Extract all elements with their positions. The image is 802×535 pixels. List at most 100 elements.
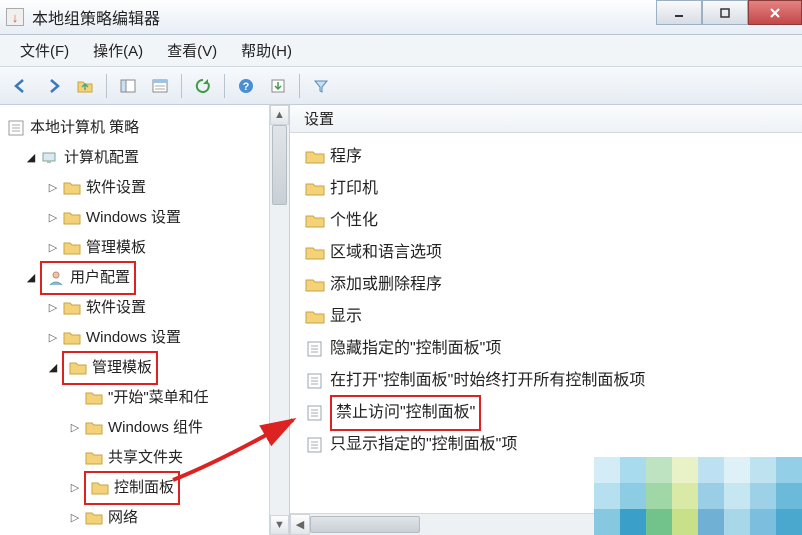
folder-icon xyxy=(84,419,104,437)
forward-button[interactable] xyxy=(38,71,68,101)
minimize-button[interactable] xyxy=(656,0,702,25)
scroll-thumb[interactable] xyxy=(310,516,420,533)
user-icon xyxy=(46,269,66,287)
folder-icon xyxy=(62,209,82,227)
tree-label: 软件设置 xyxy=(86,173,146,203)
folder-icon xyxy=(62,329,82,347)
tree-control-panel[interactable]: ▷ 控制面板 xyxy=(6,473,269,503)
folder-icon xyxy=(62,179,82,197)
policy-icon xyxy=(6,119,26,137)
pixel-censor xyxy=(594,509,802,535)
tree-panel: 本地计算机 策略 ◢ 计算机配置 ▷软件设置 ▷Windows 设置 ▷管理模板… xyxy=(0,105,290,535)
list-item[interactable]: 打印机 xyxy=(304,173,802,205)
tree-item[interactable]: ▷ 软件设置 xyxy=(6,173,269,203)
pixel-censor xyxy=(594,483,802,509)
menubar: 文件(F) 操作(A) 查看(V) 帮助(H) xyxy=(0,35,802,67)
expand-icon[interactable]: ▷ xyxy=(46,203,60,233)
app-icon: ↓ xyxy=(6,8,24,26)
collapse-icon[interactable]: ◢ xyxy=(46,353,60,383)
tree-label: 管理模板 xyxy=(92,353,152,383)
toolbar-separator xyxy=(181,74,182,98)
scroll-left-icon[interactable]: ◀ xyxy=(290,514,310,535)
close-button[interactable] xyxy=(748,0,802,25)
scroll-thumb[interactable] xyxy=(272,125,287,205)
tree-item[interactable]: ▷ Windows 设置 xyxy=(6,323,269,353)
policy-setting-icon xyxy=(304,372,326,390)
tree-label: 软件设置 xyxy=(86,293,146,323)
expand-icon[interactable]: ▷ xyxy=(46,233,60,263)
collapse-icon[interactable]: ◢ xyxy=(24,143,38,173)
menu-file[interactable]: 文件(F) xyxy=(8,36,81,65)
properties-button[interactable] xyxy=(145,71,175,101)
expand-icon[interactable]: ▷ xyxy=(46,173,60,203)
list-item[interactable]: 隐藏指定的"控制面板"项 xyxy=(304,333,802,365)
tree-item[interactable]: "开始"菜单和任 xyxy=(6,383,269,413)
folder-icon xyxy=(68,359,88,377)
list-item[interactable]: 添加或删除程序 xyxy=(304,269,802,301)
list-item[interactable]: 个性化 xyxy=(304,205,802,237)
toolbar-separator xyxy=(224,74,225,98)
tree[interactable]: 本地计算机 策略 ◢ 计算机配置 ▷软件设置 ▷Windows 设置 ▷管理模板… xyxy=(0,105,269,535)
help-button[interactable]: ? xyxy=(231,71,261,101)
folder-icon xyxy=(84,449,104,467)
export-button[interactable] xyxy=(263,71,293,101)
tree-label: "开始"菜单和任 xyxy=(108,383,209,413)
list-item[interactable]: 程序 xyxy=(304,141,802,173)
menu-view[interactable]: 查看(V) xyxy=(155,36,229,65)
list-item[interactable]: 区域和语言选项 xyxy=(304,237,802,269)
expand-icon[interactable]: ▷ xyxy=(46,293,60,323)
settings-list[interactable]: 程序 打印机 个性化 区域和语言选项 添加或删除程序 显示 隐藏指定的"控制面板… xyxy=(290,133,802,513)
item-label: 禁止访问"控制面板" xyxy=(330,395,481,431)
scroll-track[interactable] xyxy=(270,125,289,515)
tree-item[interactable]: ▷ 软件设置 xyxy=(6,293,269,323)
column-header-setting[interactable]: 设置 xyxy=(290,105,802,133)
list-item[interactable]: 在打开"控制面板"时始终打开所有控制面板项 xyxy=(304,365,802,397)
folder-icon xyxy=(90,479,110,497)
tree-label: 控制面板 xyxy=(114,473,174,503)
menu-help[interactable]: 帮助(H) xyxy=(229,36,304,65)
tree-label: 本地计算机 策略 xyxy=(30,113,139,143)
expand-icon[interactable]: ▷ xyxy=(68,503,82,533)
expand-icon[interactable]: ▷ xyxy=(68,473,82,503)
menu-action[interactable]: 操作(A) xyxy=(81,36,155,65)
scroll-down-icon[interactable]: ▼ xyxy=(270,515,289,535)
list-item-highlighted[interactable]: 禁止访问"控制面板" xyxy=(304,397,802,429)
maximize-button[interactable] xyxy=(702,0,748,25)
expand-icon[interactable]: ▷ xyxy=(68,413,82,443)
computer-icon xyxy=(40,149,60,167)
tree-admin-templates[interactable]: ◢ 管理模板 xyxy=(6,353,269,383)
tree-label: 计算机配置 xyxy=(64,143,139,173)
tree-computer-config[interactable]: ◢ 计算机配置 xyxy=(6,143,269,173)
filter-button[interactable] xyxy=(306,71,336,101)
tree-item[interactable]: ▷ 网络 xyxy=(6,503,269,533)
titlebar: ↓ 本地组策略编辑器 xyxy=(0,0,802,35)
item-label: 个性化 xyxy=(330,205,378,237)
svg-text:?: ? xyxy=(243,81,250,93)
item-label: 隐藏指定的"控制面板"项 xyxy=(330,333,501,365)
item-label: 在打开"控制面板"时始终打开所有控制面板项 xyxy=(330,365,645,397)
tree-scrollbar[interactable]: ▲ ▼ xyxy=(269,105,289,535)
list-item[interactable]: 显示 xyxy=(304,301,802,333)
show-hide-tree-button[interactable] xyxy=(113,71,143,101)
scroll-up-icon[interactable]: ▲ xyxy=(270,105,289,125)
tree-item[interactable]: ▷ Windows 组件 xyxy=(6,413,269,443)
expand-icon[interactable]: ▷ xyxy=(46,323,60,353)
tree-label: Windows 设置 xyxy=(86,323,181,353)
collapse-icon[interactable]: ◢ xyxy=(24,263,38,293)
item-label: 程序 xyxy=(330,141,362,173)
toolbar-separator xyxy=(106,74,107,98)
up-button[interactable] xyxy=(70,71,100,101)
tree-user-config[interactable]: ◢ 用户配置 xyxy=(6,263,269,293)
item-label: 打印机 xyxy=(330,173,378,205)
folder-icon xyxy=(304,276,326,294)
tree-item[interactable]: ▷Windows 设置 xyxy=(6,203,269,233)
back-button[interactable] xyxy=(6,71,36,101)
toolbar: ? xyxy=(0,67,802,105)
tree-label: 网络 xyxy=(108,503,138,533)
folder-icon xyxy=(304,308,326,326)
tree-item[interactable]: ▷管理模板 xyxy=(6,233,269,263)
tree-label: Windows 组件 xyxy=(108,413,203,443)
refresh-button[interactable] xyxy=(188,71,218,101)
tree-root[interactable]: 本地计算机 策略 xyxy=(6,113,269,143)
tree-item[interactable]: 共享文件夹 xyxy=(6,443,269,473)
